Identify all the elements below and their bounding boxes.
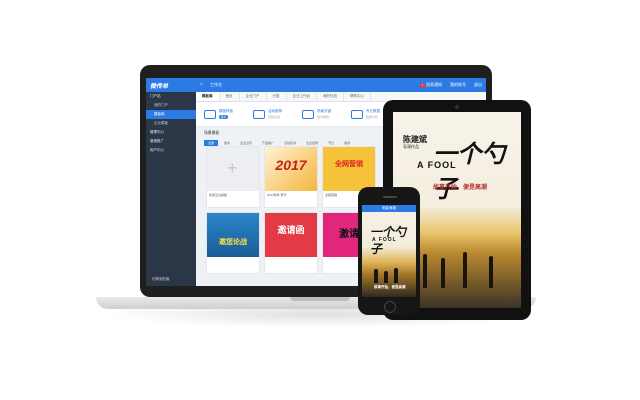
sidebar-item-company-templates[interactable]: 企业模板 — [146, 119, 196, 128]
quick-action-sub: 营销活动 — [268, 115, 281, 119]
phone-home-button[interactable] — [384, 301, 396, 313]
figure — [441, 258, 445, 288]
template-card-new-year[interactable]: 2017 2017新年 贺卡 — [264, 146, 318, 208]
poster-tagline: 故事开始，便是高潮 — [433, 185, 488, 191]
card-thumbnail: 全网营销 — [323, 147, 375, 191]
quick-action-sub: 场景推荐 — [317, 115, 330, 119]
card-caption: 2017新年 贺卡 — [267, 193, 287, 197]
figure — [384, 271, 388, 283]
chart-icon — [351, 109, 363, 119]
figure — [489, 256, 493, 288]
quick-action-title: 专业数据 — [366, 109, 380, 113]
quick-action-data[interactable]: 专业数据 数据分析 — [351, 109, 380, 119]
tab-company-portal[interactable]: 企业门户 — [240, 92, 267, 101]
card-thumbnail: 2017 — [265, 147, 317, 191]
phone-title-bar: 电影海报 — [362, 205, 416, 212]
quick-action-templates[interactable]: 模板样板 推荐 — [204, 109, 233, 119]
thumb-title: 全网营销 — [335, 161, 363, 168]
calendar-icon — [253, 109, 265, 119]
quick-action-scenes[interactable]: 场景关键 场景推荐 — [302, 109, 331, 119]
template-card-invitation[interactable]: 邀请函 — [264, 212, 318, 274]
tab-my-works[interactable]: 我的作品 — [317, 92, 344, 101]
sidebar-item-my-portal[interactable]: 我的门户 — [146, 101, 196, 110]
plus-icon: + — [227, 158, 238, 178]
figure — [423, 254, 427, 288]
sidebar-group-management[interactable]: 管理中心 — [146, 128, 196, 137]
sidebar-item-template-library[interactable]: 模板库 — [146, 110, 196, 119]
phone-speaker — [383, 196, 397, 198]
logout-link[interactable]: 退出 — [474, 82, 482, 88]
card-thumbnail: 邀请函 — [265, 213, 317, 257]
sidebar-footer-link[interactable]: 切换到旧版 — [152, 277, 170, 282]
phone-footer-text: 故事开始，便是高潮 — [374, 285, 406, 289]
workbench-label[interactable]: 工作台 — [210, 82, 222, 88]
sidebar: 门户站 我的门户 模板库 企业模板 管理中心 营销推广 用户中心 切换到旧版 — [146, 92, 196, 286]
card-thumbnail: + — [207, 147, 259, 191]
thumb-title: 邀您论战 — [219, 239, 247, 246]
home-icon[interactable]: ⌂ — [200, 81, 203, 87]
card-thumbnail: 邀您论战 — [207, 213, 259, 257]
template-card-blank[interactable]: + 新建空白模板 — [206, 146, 260, 208]
thumb-title: 2017 — [275, 157, 307, 173]
phone-poster-subtitle: A FOOL — [372, 237, 397, 243]
figure — [463, 252, 467, 288]
notifications-link[interactable]: 1 消息通知 — [419, 82, 442, 88]
sidebar-group-portal[interactable]: 门户站 — [146, 92, 196, 101]
tab-help-center[interactable]: 帮助中心 — [344, 92, 371, 101]
poster-subtitle: A FOOL — [417, 160, 457, 170]
tab-home[interactable]: 首页 — [220, 92, 240, 101]
eye-icon — [302, 109, 314, 119]
quick-action-title: 模板样板 — [219, 109, 233, 113]
template-card-forum[interactable]: 邀您论战 — [206, 212, 260, 274]
monitor-icon — [204, 109, 216, 119]
figure — [394, 268, 398, 283]
top-right-menu: 1 消息通知 我的账号 退出 — [419, 82, 482, 88]
tab-company-workbench[interactable]: 企业工作台 — [287, 92, 317, 101]
phone-screen: 电影海报 一个勺子 A FOOL 故事开始，便是高潮 — [362, 205, 416, 297]
account-link[interactable]: 我的账号 — [450, 82, 466, 88]
laptop-notch — [290, 297, 350, 301]
figure — [374, 269, 378, 283]
quick-action-activities[interactable]: 活动推荐 营销活动 — [253, 109, 282, 119]
tab-categories[interactable]: 分类 — [267, 92, 287, 101]
tab-template-library[interactable]: 模板库 — [196, 92, 220, 101]
notifications-label: 消息通知 — [426, 82, 442, 87]
quick-action-title: 活动推荐 — [268, 109, 282, 113]
notification-badge: 1 — [419, 83, 425, 88]
thumb-title: 邀请函 — [277, 225, 305, 235]
quick-action-sub: 数据分析 — [366, 115, 379, 119]
card-caption: 新建空白模板 — [209, 193, 228, 197]
sidebar-group-marketing[interactable]: 营销推广 — [146, 137, 196, 146]
top-bar: 微传单 ⌂ 工作台 1 消息通知 我的账号 退出 — [146, 78, 486, 92]
tablet-camera — [455, 105, 459, 109]
app-logo[interactable]: 微传单 — [150, 81, 168, 90]
sidebar-group-user-center[interactable]: 用户中心 — [146, 146, 196, 155]
quick-action-title: 场景关键 — [317, 109, 331, 113]
recommend-pill: 推荐 — [219, 115, 229, 119]
poster-director-sub: 导演作品 — [403, 144, 419, 149]
card-caption: 全网营销 — [325, 193, 338, 197]
